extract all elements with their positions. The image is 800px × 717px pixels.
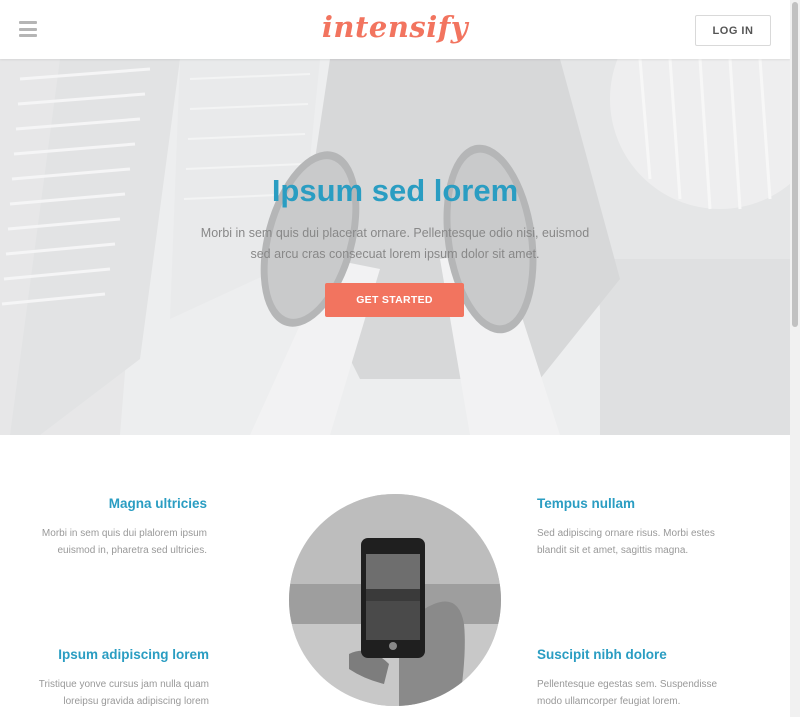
hero-description: Morbi in sem quis dui placerat ornare. P… xyxy=(200,226,590,261)
feature-item: Magna ultricies Morbi in sem quis dui pl… xyxy=(7,496,207,559)
features-section: Magna ultricies Morbi in sem quis dui pl… xyxy=(0,435,790,717)
feature-text: Tristique yonve cursus jam nulla quam lo… xyxy=(38,679,209,707)
feature-text: Sed adipiscing ornare risus. Morbi estes… xyxy=(537,528,715,556)
feature-text: Pellentesque egestas sem. Suspendisse mo… xyxy=(537,679,718,707)
site-header: intensify LOG IN xyxy=(0,0,790,59)
hero-title: Ipsum sed lorem xyxy=(271,173,519,208)
site-logo[interactable]: intensify xyxy=(0,10,790,44)
get-started-button[interactable]: GET STARTED xyxy=(325,283,464,317)
feature-title: Ipsum adipiscing lorem xyxy=(58,647,209,662)
phone-photo xyxy=(289,494,501,706)
login-button[interactable]: LOG IN xyxy=(695,15,771,46)
feature-item: Suscipit nibh dolore Pellentesque egesta… xyxy=(537,647,737,710)
scrollbar-thumb[interactable] xyxy=(792,2,798,327)
feature-item: Tempus nullam Sed adipiscing ornare risu… xyxy=(537,496,737,559)
feature-title: Suscipit nibh dolore xyxy=(537,647,667,662)
feature-item: Ipsum adipiscing lorem Tristique yonve c… xyxy=(9,647,209,710)
page-scrollbar[interactable] xyxy=(790,0,800,717)
feature-title: Tempus nullam xyxy=(537,496,636,511)
feature-title: Magna ultricies xyxy=(108,496,207,511)
feature-text: Morbi in sem quis dui plalorem ipsum eui… xyxy=(41,528,207,556)
hero-banner: Ipsum sed lorem Morbi in sem quis dui pl… xyxy=(0,59,790,435)
